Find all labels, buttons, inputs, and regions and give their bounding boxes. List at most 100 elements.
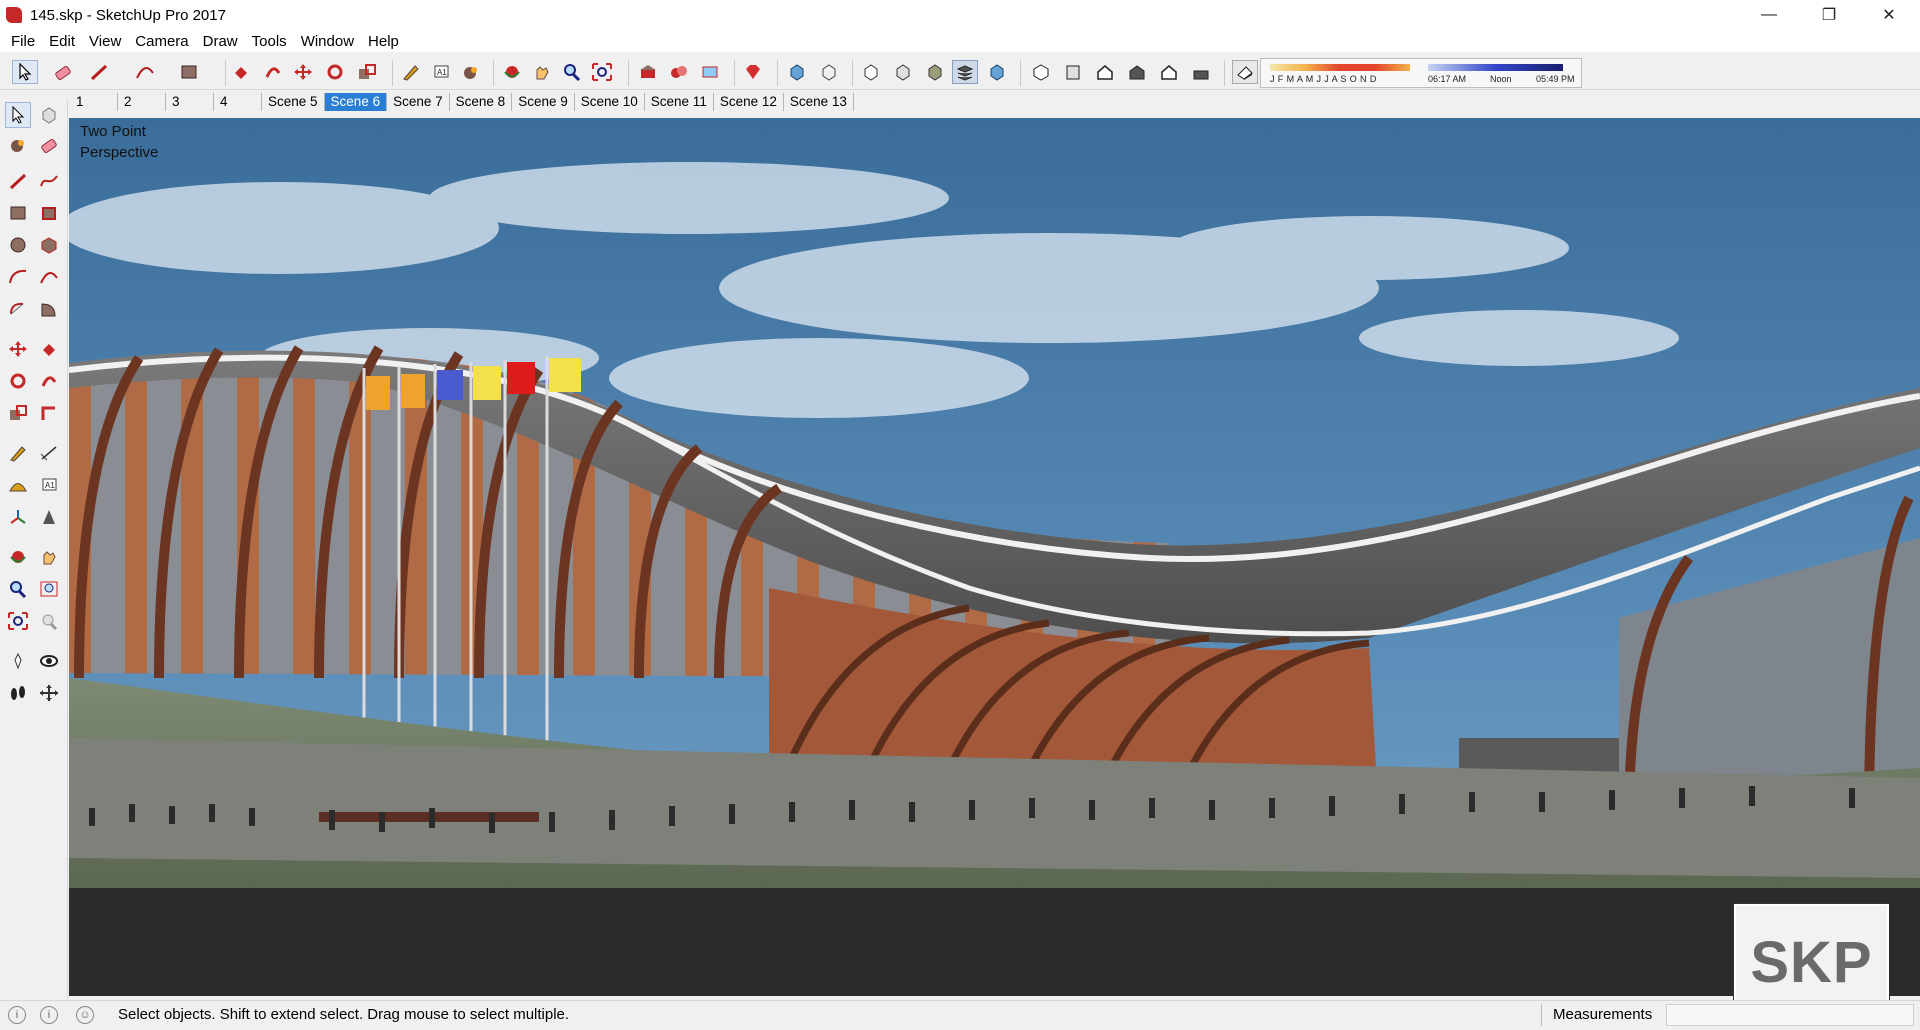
line-tool-icon[interactable] (86, 60, 112, 84)
tape-measure-icon[interactable] (398, 60, 424, 84)
axes-tool-icon[interactable] (5, 504, 31, 530)
extension-warehouse-icon[interactable] (666, 60, 692, 84)
user-account-icon[interactable]: ☺ (76, 1006, 94, 1024)
minimize-button[interactable]: — (1746, 0, 1792, 30)
menu-view[interactable]: View (82, 33, 128, 50)
shadow-time-slider[interactable] (1428, 64, 1563, 71)
right-view-icon[interactable] (1124, 60, 1150, 84)
geo-location-icon[interactable]: i (8, 1006, 26, 1024)
hidden-line-style-icon[interactable] (858, 60, 884, 84)
front-view-icon[interactable] (1092, 60, 1118, 84)
scene-tab-7[interactable]: Scene 7 (387, 93, 450, 111)
top-view-icon[interactable] (1060, 60, 1086, 84)
three-point-arc-icon[interactable] (5, 296, 31, 322)
scale-tool-icon[interactable] (354, 60, 380, 84)
tape-measure-icon[interactable] (5, 440, 31, 466)
xray-style-icon[interactable] (784, 60, 810, 84)
rotated-rectangle-icon[interactable] (36, 200, 62, 226)
scene-tab-3[interactable]: 3 (166, 93, 214, 111)
polygon-tool-icon[interactable] (36, 232, 62, 258)
scene-tab-2[interactable]: 2 (118, 93, 166, 111)
credits-icon[interactable]: i (40, 1006, 58, 1024)
zoom-window-icon[interactable] (36, 576, 62, 602)
zoom-extents-icon[interactable] (589, 60, 615, 84)
eraser-tool-icon[interactable] (50, 60, 76, 84)
iso-view-icon[interactable] (1028, 60, 1054, 84)
text-tool-icon[interactable]: A1 (36, 472, 62, 498)
menu-camera[interactable]: Camera (128, 33, 195, 50)
arc-tool-icon[interactable] (132, 60, 158, 84)
share-model-icon[interactable] (697, 60, 723, 84)
walk-tool-icon[interactable] (5, 680, 31, 706)
shaded-textures-style-icon[interactable] (922, 60, 948, 84)
arc-tool-icon[interactable] (5, 264, 31, 290)
menu-help[interactable]: Help (361, 33, 406, 50)
menu-draw[interactable]: Draw (196, 33, 245, 50)
move-tool-icon[interactable] (5, 336, 31, 362)
wireframe-style-icon[interactable] (816, 60, 842, 84)
shaded-style-icon[interactable] (890, 60, 916, 84)
paint-bucket-icon[interactable] (458, 60, 484, 84)
scene-tab-13[interactable]: Scene 13 (784, 93, 854, 111)
back-view-icon[interactable] (1156, 60, 1182, 84)
scene-tab-8[interactable]: Scene 8 (450, 93, 513, 111)
eraser-tool-icon[interactable] (36, 132, 62, 158)
orbit-tool-icon[interactable] (5, 544, 31, 570)
modeling-viewport[interactable] (69, 118, 1920, 996)
menu-file[interactable]: File (4, 33, 42, 50)
zoom-tool-icon[interactable] (559, 60, 585, 84)
pan-tool-icon[interactable] (36, 544, 62, 570)
ruby-console-icon[interactable] (740, 60, 766, 84)
select-tool-icon[interactable] (12, 60, 38, 84)
scene-tab-6[interactable]: Scene 6 (324, 93, 388, 111)
orbit-tool-icon[interactable] (499, 60, 525, 84)
dimension-tool-icon[interactable] (36, 440, 62, 466)
shadows-toggle-icon[interactable] (1232, 60, 1258, 84)
follow-me-tool-icon[interactable] (260, 60, 286, 84)
make-component-icon[interactable] (36, 102, 62, 128)
protractor-icon[interactable] (5, 472, 31, 498)
scene-tab-12[interactable]: Scene 12 (714, 93, 784, 111)
position-camera-icon[interactable] (5, 648, 31, 674)
monochrome-style-icon[interactable] (984, 60, 1010, 84)
scene-tab-9[interactable]: Scene 9 (512, 93, 575, 111)
left-view-icon[interactable] (1188, 60, 1214, 84)
freehand-tool-icon[interactable] (36, 168, 62, 194)
text-tool-icon[interactable]: A1 (428, 60, 454, 84)
scene-tab-4[interactable]: 4 (214, 93, 262, 111)
offset-tool-icon[interactable] (36, 400, 62, 426)
zoom-tool-icon[interactable] (5, 576, 31, 602)
push-pull-tool-icon[interactable] (228, 60, 254, 84)
line-tool-icon[interactable] (5, 168, 31, 194)
scene-tab-11[interactable]: Scene 11 (645, 93, 714, 111)
rotate-tool-icon[interactable] (5, 368, 31, 394)
pan-tool-icon[interactable] (529, 60, 555, 84)
scene-tab-5[interactable]: Scene 5 (262, 93, 325, 111)
look-around-icon[interactable] (36, 648, 62, 674)
menu-tools[interactable]: Tools (245, 33, 294, 50)
paint-bucket-icon[interactable] (5, 132, 31, 158)
circle-tool-icon[interactable] (5, 232, 31, 258)
scene-tab-10[interactable]: Scene 10 (575, 93, 645, 111)
select-tool-icon[interactable] (5, 102, 31, 128)
layers-style-icon[interactable] (952, 60, 978, 84)
scale-tool-icon[interactable] (5, 400, 31, 426)
warehouse-icon[interactable] (635, 60, 661, 84)
rectangle-tool-icon[interactable] (5, 200, 31, 226)
scene-tab-1[interactable]: 1 (70, 93, 118, 111)
menu-window[interactable]: Window (294, 33, 361, 50)
section-plane-icon[interactable] (36, 680, 62, 706)
pie-tool-icon[interactable] (36, 296, 62, 322)
previous-view-icon[interactable] (36, 608, 62, 634)
follow-me-tool-icon[interactable] (36, 368, 62, 394)
move-tool-icon[interactable] (290, 60, 316, 84)
shadow-month-slider[interactable] (1270, 64, 1410, 71)
3d-text-icon[interactable] (36, 504, 62, 530)
measurements-input[interactable] (1666, 1004, 1914, 1026)
two-point-arc-icon[interactable] (36, 264, 62, 290)
close-button[interactable]: ✕ (1866, 0, 1912, 30)
menu-edit[interactable]: Edit (42, 33, 82, 50)
rotate-tool-icon[interactable] (322, 60, 348, 84)
restore-button[interactable]: ❐ (1806, 0, 1852, 30)
push-pull-tool-icon[interactable] (36, 336, 62, 362)
